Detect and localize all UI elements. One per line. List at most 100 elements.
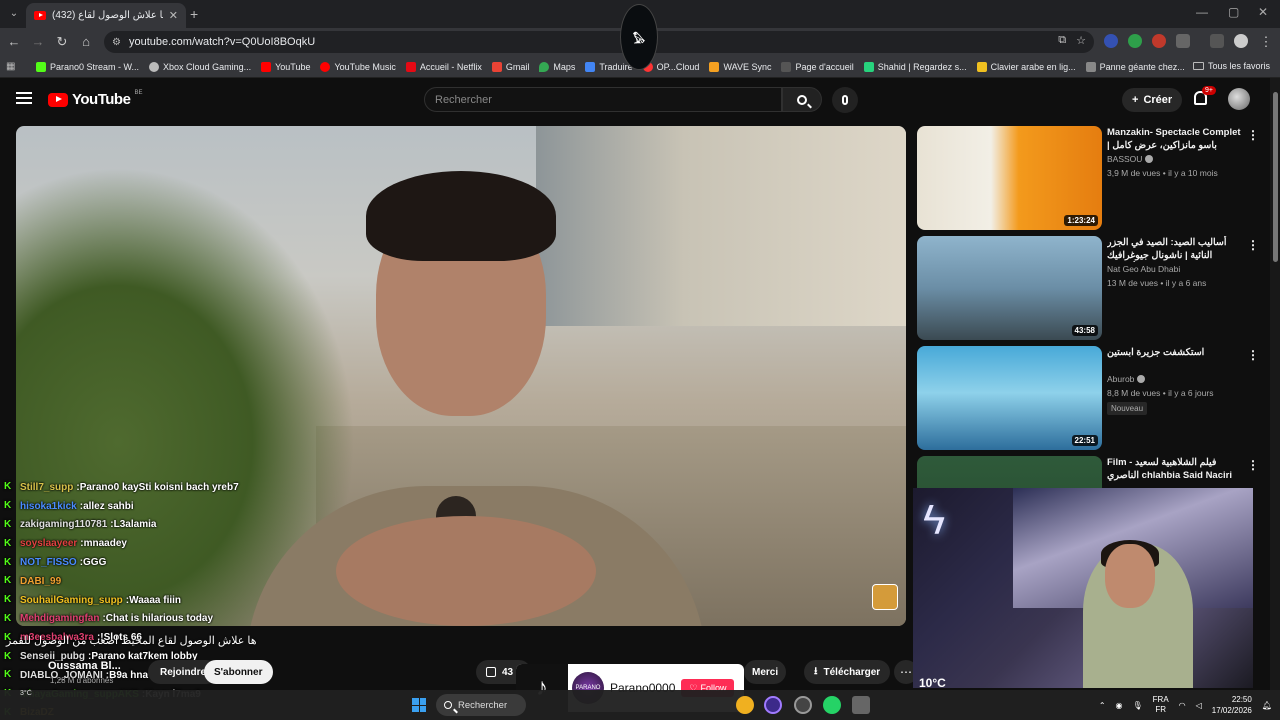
video-title[interactable]: استكشفت جزيرة ابستين [1107,346,1242,359]
tray-overflow-icon[interactable]: ⌃ [1099,701,1106,710]
subscribe-button[interactable]: S'abonner [204,660,273,684]
more-options-icon[interactable]: ⋮ [1247,128,1259,142]
url-text: youtube.com/watch?v=Q0UoI8BOqkU [128,36,316,48]
more-options-icon[interactable]: ⋮ [1247,348,1259,362]
scrollbar-thumb[interactable] [1273,92,1278,262]
tab-search-icon[interactable]: ⌄ [6,6,22,22]
home-icon[interactable]: ⌂ [78,34,94,49]
bookmark-item[interactable]: Accueil - Netflix [405,61,482,72]
minimize-icon[interactable]: — [1196,5,1208,19]
bookmark-item[interactable]: Parano0 Stream - W... [36,61,139,72]
recommended-video[interactable]: 1:23:24 Manzakin- Spectacle Complet | باس… [917,126,1267,230]
recommended-video[interactable]: 22:51 استكشفت جزيرة ابستين Aburob 8,8 M de … [917,346,1267,450]
obs-icon[interactable] [794,696,812,714]
tab-close-icon[interactable]: ✕ [169,9,178,22]
extension-green-icon[interactable] [1128,34,1142,48]
weather-widget[interactable]: 3°C [20,690,32,697]
chat-username: hisoka1kick [20,500,77,512]
address-bar[interactable]: ⚙ youtube.com/watch?v=Q0UoI8BOqkU ⧉ ☆ [104,31,1094,53]
netflix-icon [405,61,416,72]
taskbar-search[interactable]: Rechercher [436,694,526,716]
kick-badge-icon: K [4,481,12,493]
wifi-icon[interactable]: ◠ [1179,701,1186,710]
shahid-icon [863,61,874,72]
video-channel[interactable]: Nat Geo Abu Dhabi [1107,264,1180,274]
page-scrollbar[interactable] [1270,78,1280,690]
search-input[interactable] [425,88,781,111]
notification-center-icon[interactable]: 🔔︎ [1262,701,1272,710]
recommended-video[interactable]: 43:58 أساليب الصيد: الصيد في الجزر النائي… [917,236,1267,340]
maximize-icon[interactable]: ▢ [1228,5,1239,19]
back-icon[interactable]: ← [6,34,22,49]
settings-icon[interactable] [852,696,870,714]
close-window-icon[interactable]: ✕ [1258,5,1268,19]
extensions-puzzle-icon[interactable] [1176,34,1190,48]
video-thumbnail[interactable]: 22:51 [917,346,1102,450]
video-thumbnail[interactable]: 43:58 [917,236,1102,340]
voice-search-button[interactable] [832,87,858,113]
browser-menu-icon[interactable]: ⋮ [1258,34,1274,50]
reading-list-icon[interactable] [1210,34,1224,48]
bookmark-item[interactable]: Shahid | Regardez s... [863,61,967,72]
more-options-icon[interactable]: ⋮ [1247,238,1259,252]
bookmark-item[interactable]: Clavier arabe en lig... [976,61,1076,72]
site-info-icon[interactable]: ⚙ [112,37,121,48]
video-meta: 13 M de vues • il y a 6 ans [1107,278,1207,288]
extension-red-icon[interactable] [1152,34,1166,48]
download-button[interactable]: ⭳ Télécharger [804,660,891,684]
video-title[interactable]: Manzakin- Spectacle Complet | باسو مانزا… [1107,126,1242,152]
bookmark-item[interactable]: Traduire [585,61,633,72]
apps-grid-icon[interactable]: ▦ [6,61,20,72]
chrome-icon[interactable] [736,696,754,714]
verified-icon [1137,375,1146,383]
search-button[interactable] [782,87,822,112]
bookmark-item[interactable]: Xbox Cloud Gaming... [149,61,251,72]
channel-name[interactable]: Oussama Bl... [48,660,121,672]
bookmark-item[interactable]: Page d'accueil [781,61,854,72]
bookmark-item[interactable]: Panne géante chez... [1085,61,1185,72]
kick-icon [36,61,46,72]
thanks-button[interactable]: Merci [744,660,787,684]
install-icon[interactable]: ⧉ [1058,34,1066,47]
volume-icon[interactable]: ◁ [1196,701,1202,710]
menu-icon[interactable] [16,92,32,104]
tab-title: (432) ها علاش الوصول لقاع [52,10,163,21]
video-channel[interactable]: Aburob [1107,374,1146,384]
chat-username: DABI_99 [20,575,62,587]
profile-icon[interactable] [1234,34,1248,48]
chat-message: K NOT_FISSO: GGG [0,553,420,572]
bookmark-item[interactable]: OP...Cloud [642,61,699,72]
whatsapp-icon[interactable] [823,696,841,714]
channel-watermark[interactable] [872,584,898,610]
video-duration: 43:58 [1071,325,1098,336]
extension-c-icon[interactable] [1104,34,1118,48]
youtube-logo[interactable]: YouTube BE [48,90,142,108]
bookmark-item[interactable]: Maps [539,61,576,72]
forward-icon[interactable]: → [30,34,46,49]
bookmark-item[interactable]: YouTube [261,61,310,72]
microphone-tray-icon[interactable]: 🎙︎ [1133,701,1143,710]
app-icon[interactable] [764,696,782,714]
bookmark-item[interactable]: WAVE Sync [709,61,771,72]
more-options-icon[interactable]: ⋮ [1247,458,1259,472]
create-button[interactable]: + Créer [1122,88,1183,112]
video-title[interactable]: أساليب الصيد: الصيد في الجزر النائية | ن… [1107,236,1242,262]
bookmark-star-icon[interactable]: ☆ [1076,34,1086,47]
bookmark-label: Maps [553,61,576,72]
new-tab-icon[interactable]: + [190,6,198,22]
reload-icon[interactable]: ↻ [54,34,70,50]
youtube-play-icon [48,92,68,107]
all-bookmarks[interactable]: Tous les favoris [1192,61,1270,71]
chat-message: K DABI_99 [0,572,420,591]
bookmark-item[interactable]: Gmail [491,61,529,72]
video-title[interactable]: Film - فيلم الشلاهبية لسعيد الناصري chla… [1107,456,1242,482]
active-tab[interactable]: (432) ها علاش الوصول لقاع ✕ [26,3,186,28]
video-channel[interactable]: BASSOU [1107,154,1154,164]
windows-start-icon[interactable] [412,698,426,712]
clock[interactable]: 22:50 17/02/2026 [1212,694,1252,716]
input-language[interactable]: FRA FR [1153,695,1169,715]
network-icon[interactable]: ◉ [1116,701,1123,710]
video-thumbnail[interactable]: 1:23:24 [917,126,1102,230]
account-avatar[interactable] [1228,88,1250,110]
bookmark-item[interactable]: YouTube Music [320,61,396,72]
